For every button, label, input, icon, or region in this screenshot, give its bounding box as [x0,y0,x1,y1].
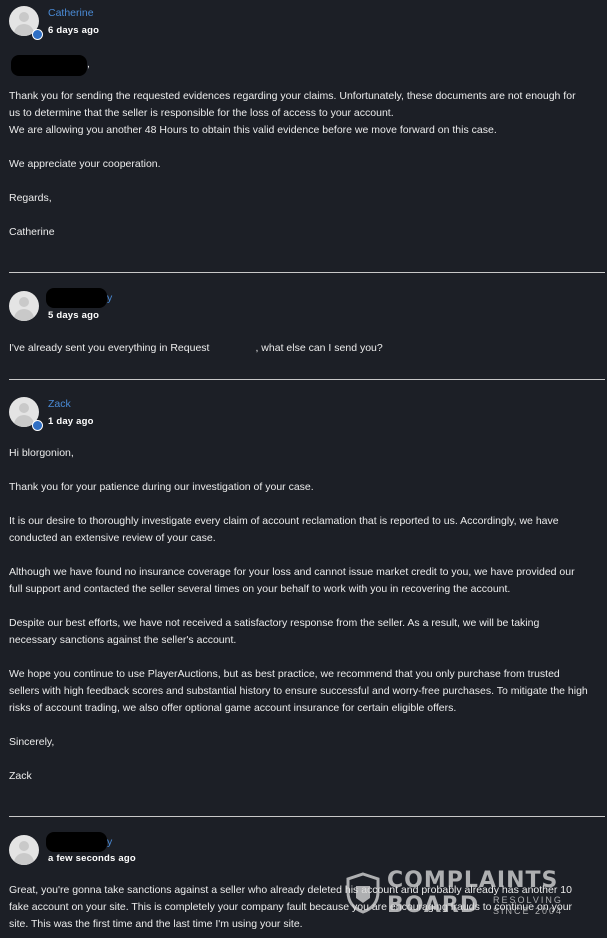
staff-badge-icon [32,29,43,40]
paragraph: Hi blorgonion, [9,447,74,459]
author-name[interactable]: y [107,836,112,848]
complaintsboard-watermark: COMPLAINTS BOARD RESOLVING SINCE 2004 [345,868,607,920]
avatar[interactable] [9,835,39,865]
paragraph: We hope you continue to use PlayerAuctio… [9,668,588,714]
divider [9,272,605,273]
author-name[interactable]: Zack [48,398,71,410]
divider [9,379,605,380]
redacted-author [46,288,107,308]
timestamp: 6 days ago [48,25,100,36]
greeting-suffix: , [87,58,90,70]
paragraph: Thank you for sending the requested evid… [9,90,576,119]
paragraph: Zack [9,770,32,782]
divider [9,816,605,817]
paragraph: Catherine [9,226,55,238]
timestamp: 5 days ago [48,310,100,321]
author-name[interactable]: y [107,292,112,304]
message-body: I've already sent you everything in Requ… [9,340,589,357]
watermark-line1: COMPLAINTS [387,868,559,893]
paragraph: We appreciate your cooperation. [9,158,161,170]
message-body: Thank you for sending the requested evid… [9,88,589,241]
text-before-redaction: I've already sent you everything in Requ… [9,342,210,354]
paragraph: Despite our best efforts, we have not re… [9,617,540,646]
message-body: Hi blorgonion, Thank you for your patien… [9,445,589,785]
paragraph: Regards, [9,192,52,204]
author-name[interactable]: Catherine [48,7,94,19]
redacted-name [11,55,87,76]
watermark-line2: BOARD [387,893,480,918]
staff-badge-icon [32,420,43,431]
paragraph: Thank you for your patience during our i… [9,481,314,493]
redacted-author [46,832,107,852]
timestamp: a few seconds ago [48,853,136,864]
timestamp: 1 day ago [48,416,94,427]
watermark-tag2: SINCE 2004 [493,906,564,916]
text-after-redaction: , what else can I send you? [255,342,383,354]
avatar[interactable] [9,291,39,321]
paragraph: It is our desire to thoroughly investiga… [9,515,559,544]
paragraph: Although we have found no insurance cove… [9,566,575,595]
shield-logo-icon [346,872,380,914]
paragraph: We are allowing you another 48 Hours to … [9,124,497,136]
paragraph: Sincerely, [9,736,55,748]
watermark-tag1: RESOLVING [493,895,563,905]
